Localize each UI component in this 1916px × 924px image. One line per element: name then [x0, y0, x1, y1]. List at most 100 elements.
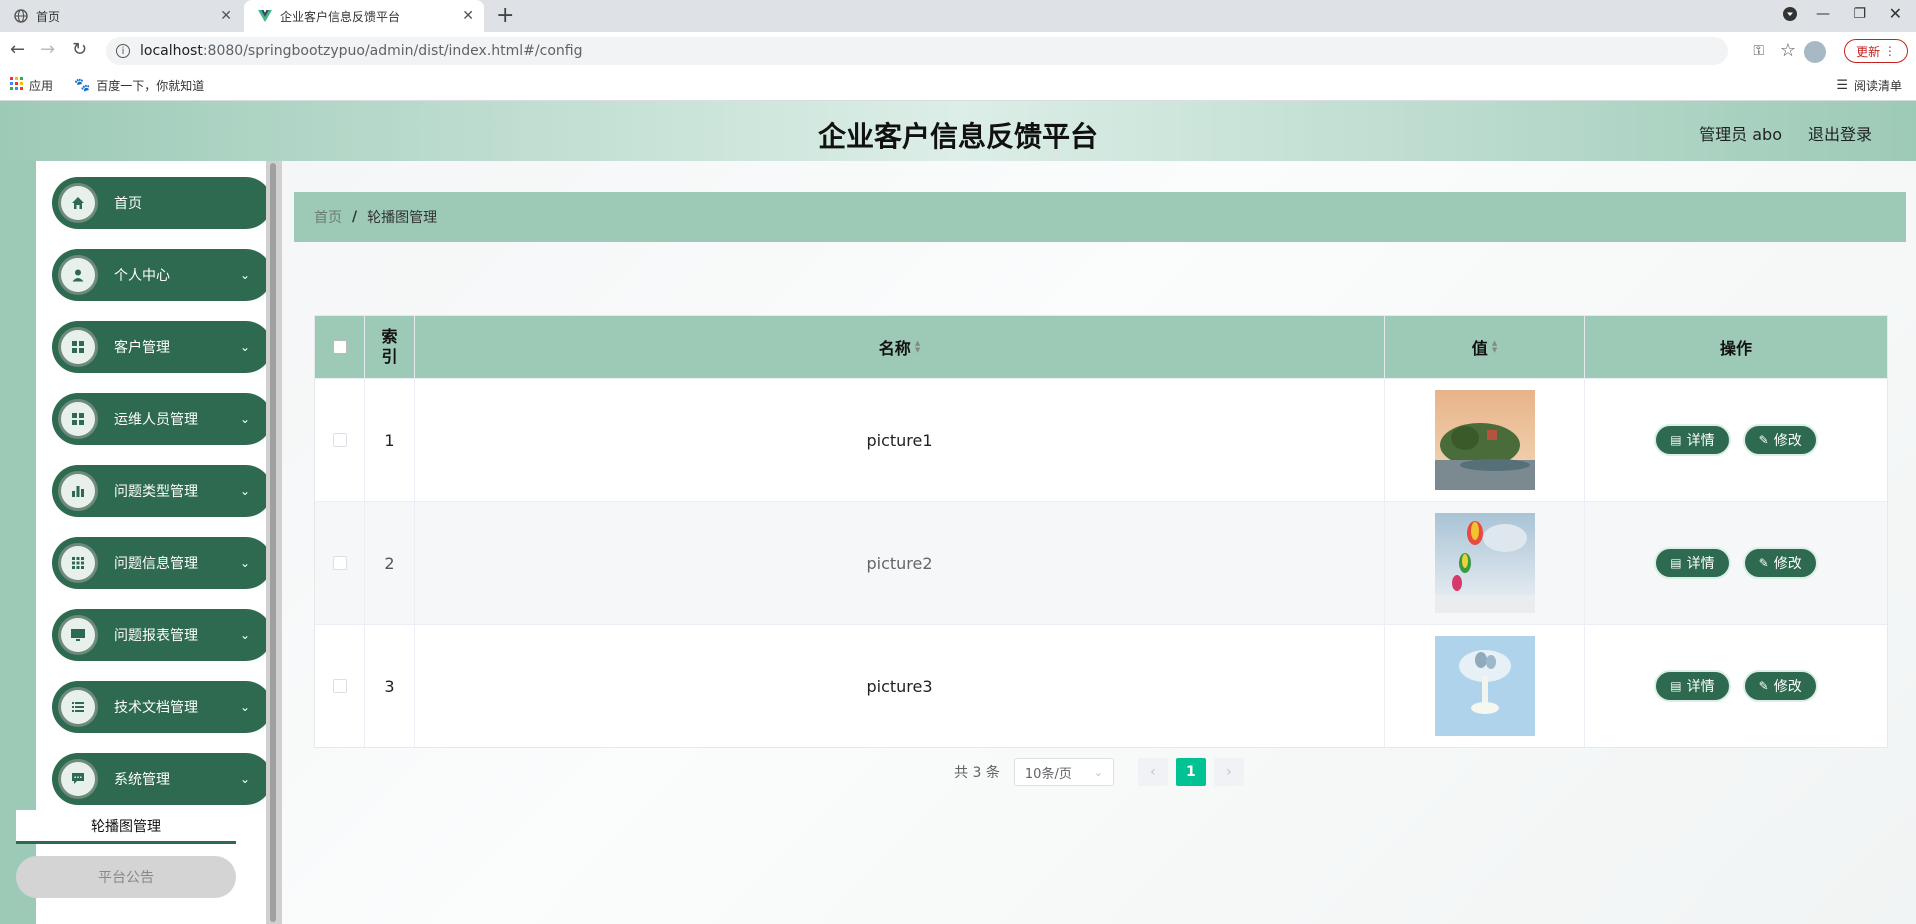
apps-icon — [58, 543, 98, 583]
value-cell — [1385, 502, 1585, 624]
edit-icon: ✎ — [1758, 556, 1769, 570]
index-cell: 1 — [365, 379, 415, 501]
sidebar-item-label: 系统管理 — [114, 772, 170, 788]
reload-icon[interactable]: ↻ — [72, 40, 87, 60]
breadcrumb-home[interactable]: 首页 — [314, 207, 342, 227]
window-close-icon[interactable]: ✕ — [1889, 4, 1902, 24]
scrollbar-thumb[interactable] — [270, 163, 276, 922]
sidebar-item-label: 问题信息管理 — [114, 556, 198, 572]
breadcrumb-separator: / — [352, 209, 358, 225]
browser-tab-home[interactable]: 首页 ✕ — [0, 0, 242, 32]
back-icon[interactable]: ← — [10, 40, 25, 60]
row-checkbox[interactable] — [332, 433, 347, 447]
sidebar-item-label: 技术文档管理 — [114, 700, 198, 716]
sidebar-item-home[interactable]: 首页 — [52, 177, 272, 229]
url-text: localhost:8080/springbootzypuo/admin/dis… — [140, 43, 583, 59]
sidebar-item-docs[interactable]: 技术文档管理 ⌄ — [52, 681, 272, 733]
prev-page-button[interactable]: ‹ — [1137, 758, 1168, 786]
page-size-value: 10条/页 — [1024, 766, 1072, 782]
sidebar-item-issues[interactable]: 问题信息管理 ⌄ — [52, 537, 272, 589]
sort-icon[interactable]: ▲ ▼ — [915, 340, 920, 354]
next-page-button[interactable]: › — [1213, 758, 1244, 786]
minimize-icon[interactable]: — — [1816, 4, 1830, 24]
browser-tab-title: 首页 — [36, 9, 61, 24]
detail-button[interactable]: ▤ 详情 — [1654, 670, 1731, 702]
sort-icon[interactable]: ▲ ▼ — [1492, 340, 1497, 354]
sidebar-item-reports[interactable]: 问题报表管理 ⌄ — [52, 609, 272, 661]
bookmark-label: 应用 — [29, 79, 54, 93]
chevron-down-icon: ⌄ — [239, 700, 250, 714]
breadcrumb-current: 轮播图管理 — [367, 210, 438, 226]
header-name[interactable]: 名称 ▲ ▼ — [415, 316, 1385, 378]
chevron-down-icon: ⌄ — [1093, 765, 1103, 779]
sidebar-item-operators[interactable]: 运维人员管理 ⌄ — [52, 393, 272, 445]
detail-button-label: 详情 — [1686, 556, 1715, 572]
page-title: 企业客户信息反馈平台 — [817, 120, 1098, 153]
value-cell — [1385, 379, 1585, 501]
sidebar-scrollbar[interactable] — [266, 161, 282, 924]
header-value[interactable]: 值 ▲ ▼ — [1385, 316, 1585, 378]
row-checkbox[interactable] — [332, 556, 347, 570]
page-number-current[interactable]: 1 — [1175, 758, 1206, 786]
sidebar-item-customers[interactable]: 客户管理 ⌄ — [52, 321, 272, 373]
submenu-item-announcements[interactable]: 平台公告 — [16, 856, 236, 898]
tree-thumbnail — [1434, 636, 1535, 736]
url-field[interactable]: i localhost:8080/springbootzypuo/admin/d… — [106, 37, 1728, 65]
row-checkbox[interactable] — [332, 679, 347, 693]
grid-icon — [58, 399, 98, 439]
pagination-total: 共 3 条 — [954, 765, 1000, 781]
key-icon[interactable]: ⚿ — [1753, 43, 1764, 59]
app-header: 企业客户信息反馈平台 管理员 abo 退出登录 — [0, 101, 1916, 161]
balloons-thumbnail — [1434, 513, 1535, 613]
info-icon[interactable]: i — [116, 44, 130, 58]
document-icon: ▤ — [1670, 433, 1682, 447]
user-icon — [58, 255, 98, 295]
browser-tab-active[interactable]: 企业客户信息反馈平台 ✕ — [244, 0, 484, 32]
actions-cell: ▤ 详情 ✎ 修改 — [1585, 502, 1887, 624]
bookmarks-bar: 应用 🐾 百度一下，你就知道 ☰ 阅读清单 — [0, 70, 1916, 101]
star-icon[interactable]: ☆ — [1780, 40, 1796, 61]
header-index-label: 索引 — [381, 327, 398, 366]
detail-button-label: 详情 — [1686, 433, 1715, 449]
detail-button[interactable]: ▤ 详情 — [1654, 547, 1731, 579]
sidebar-item-label: 客户管理 — [114, 340, 170, 356]
sidebar-item-label: 运维人员管理 — [114, 412, 198, 428]
forward-icon[interactable]: → — [40, 40, 55, 60]
logout-link[interactable]: 退出登录 — [1808, 121, 1872, 145]
edit-button[interactable]: ✎ 修改 — [1742, 424, 1818, 456]
home-icon — [58, 183, 98, 223]
chevron-down-icon: ⌄ — [239, 484, 250, 498]
new-tab-icon[interactable]: + — [496, 4, 514, 28]
close-icon[interactable]: ✕ — [220, 8, 232, 24]
edit-button[interactable]: ✎ 修改 — [1742, 670, 1818, 702]
header-select-all-cell — [315, 316, 365, 378]
page-size-select[interactable]: 10条/页 ⌄ — [1013, 758, 1114, 786]
select-cell — [315, 502, 365, 624]
document-icon: ▤ — [1670, 679, 1682, 693]
chevron-down-icon: ⌄ — [239, 268, 250, 282]
restore-icon[interactable]: ❐ — [1853, 4, 1866, 24]
reading-list[interactable]: ☰ 阅读清单 — [1836, 77, 1902, 94]
edit-button[interactable]: ✎ 修改 — [1742, 547, 1818, 579]
close-icon[interactable]: ✕ — [462, 8, 474, 24]
detail-button[interactable]: ▤ 详情 — [1654, 424, 1731, 456]
submenu-item-carousel[interactable]: 轮播图管理 — [16, 810, 236, 844]
profile-dropdown-icon[interactable] — [1782, 4, 1798, 28]
select-all-checkbox[interactable] — [332, 340, 347, 354]
grid-icon — [58, 327, 98, 367]
update-button[interactable]: 更新 ⋮ — [1844, 39, 1908, 63]
sidebar-item-label: 首页 — [114, 196, 142, 212]
sidebar-item-system[interactable]: 系统管理 ⌄ — [52, 753, 272, 805]
sidebar-item-issue-types[interactable]: 问题类型管理 ⌄ — [52, 465, 272, 517]
sidebar-item-profile[interactable]: 个人中心 ⌄ — [52, 249, 272, 301]
bookmark-apps[interactable]: 应用 — [10, 77, 53, 94]
header-value-label: 值 — [1471, 339, 1488, 358]
admin-label: 管理员 abo — [1699, 125, 1782, 144]
sidebar-item-label: 个人中心 — [114, 268, 170, 284]
chevron-down-icon: ⌄ — [239, 772, 250, 786]
bookmark-baidu[interactable]: 🐾 百度一下，你就知道 — [74, 77, 204, 94]
carousel-table: 索引 名称 ▲ ▼ 值 ▲ ▼ 操作 1 picture1 ▤ 详情 ✎ 修改 … — [314, 315, 1888, 748]
profile-avatar[interactable] — [1804, 41, 1826, 63]
table-header: 索引 名称 ▲ ▼ 值 ▲ ▼ 操作 — [315, 316, 1887, 378]
edit-button-label: 修改 — [1773, 556, 1802, 572]
